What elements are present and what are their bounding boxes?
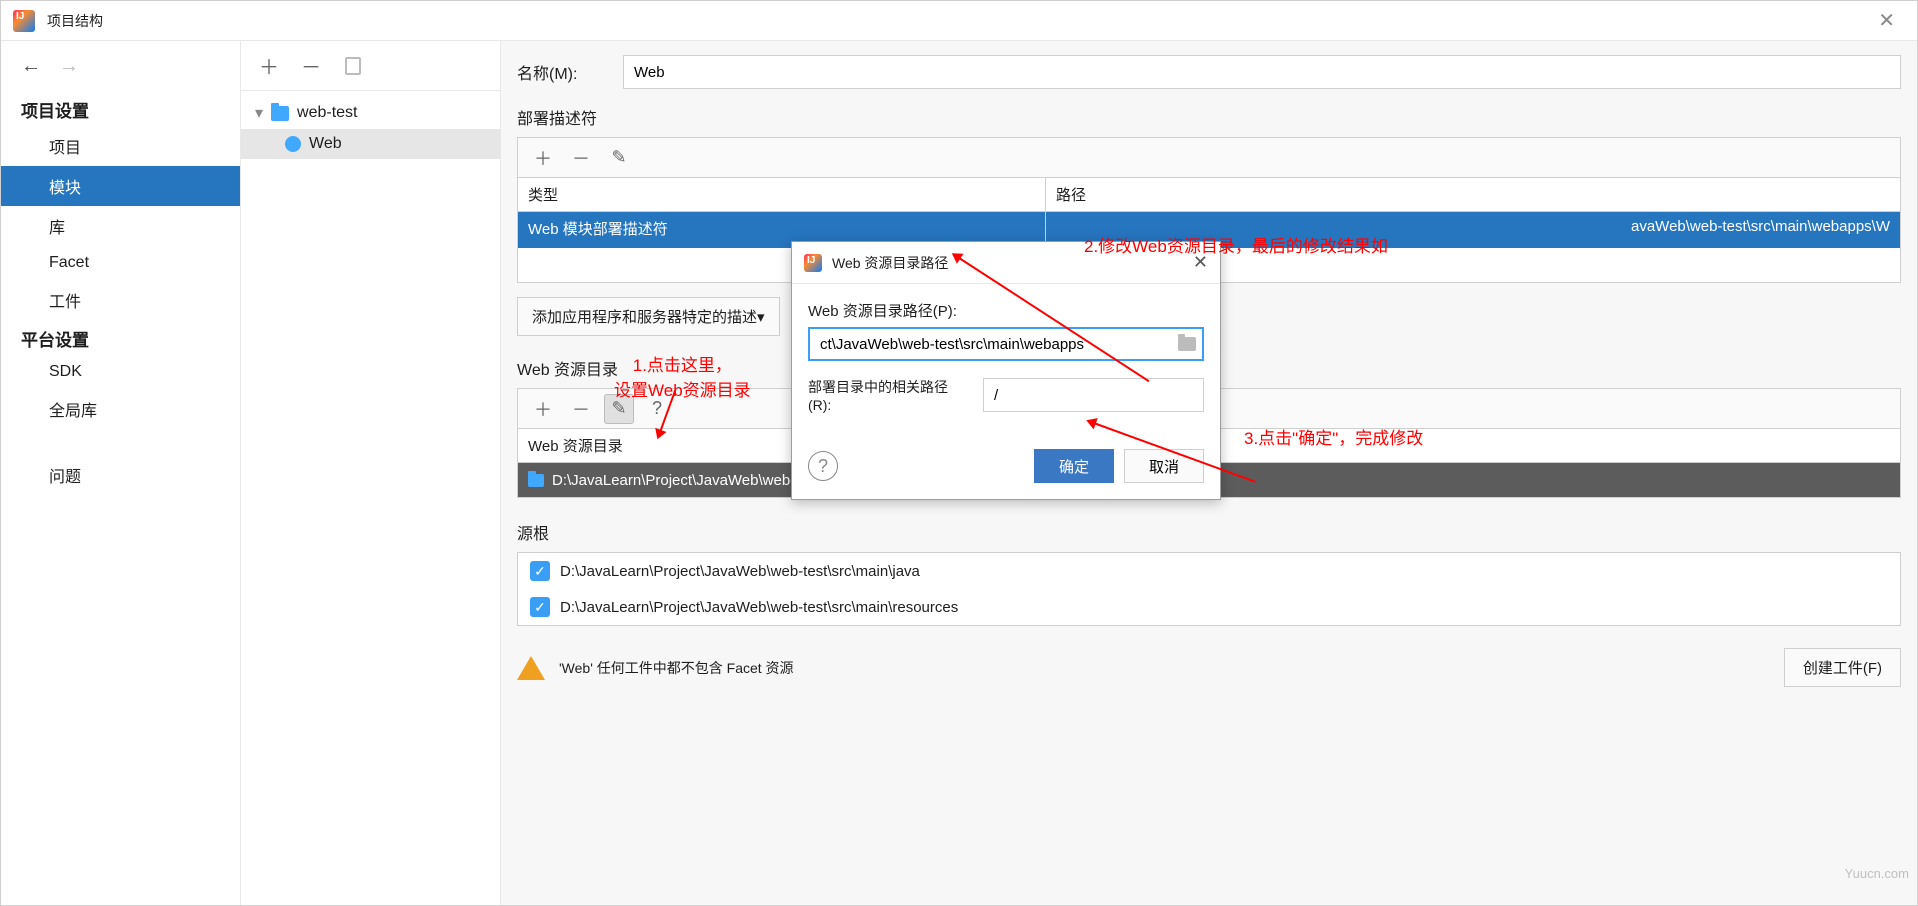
- folder-icon: [528, 474, 544, 487]
- col-header-path: 路径: [1046, 178, 1900, 211]
- source-root-item[interactable]: ✓ D:\JavaLearn\Project\JavaWeb\web-test\…: [518, 589, 1900, 625]
- dialog-title: Web 资源目录路径: [832, 253, 948, 273]
- deploy-toolbar: ＋ － ✎: [517, 137, 1901, 177]
- deploy-table-head: 类型 路径: [518, 178, 1900, 212]
- nav-item-modules[interactable]: 模块: [1, 166, 240, 206]
- tree-root-label: web-test: [297, 104, 357, 122]
- nav-item-facets[interactable]: Facet: [1, 246, 240, 280]
- main-body: ← → 项目设置 项目 模块 库 Facet 工件 平台设置 SDK 全局库 问…: [1, 41, 1917, 905]
- intellij-icon: [804, 254, 822, 272]
- nav-item-project[interactable]: 项目: [1, 126, 240, 166]
- dialog-cancel-button[interactable]: 取消: [1124, 449, 1204, 483]
- watermark: Yuucn.com: [1845, 866, 1909, 881]
- tree-add-icon[interactable]: ＋: [255, 52, 283, 80]
- nav-back-icon[interactable]: ←: [21, 55, 41, 78]
- tree-paste-icon[interactable]: [339, 52, 367, 80]
- source-root-label: 源根: [517, 520, 1901, 544]
- deploy-edit-icon[interactable]: ✎: [604, 143, 634, 173]
- dialog-path-label: Web 资源目录路径(P):: [808, 300, 1204, 321]
- nav-forward-icon[interactable]: →: [59, 55, 79, 78]
- dialog-close-icon[interactable]: ✕: [1193, 252, 1208, 273]
- checkbox-icon[interactable]: ✓: [530, 561, 550, 581]
- titlebar: 项目结构 ✕: [1, 1, 1917, 41]
- web-icon: [285, 136, 301, 152]
- content-panel: 名称(M): 部署描述符 ＋ － ✎ 类型 路径 Web 模块部署描述符 ava…: [501, 41, 1917, 905]
- source-root-item[interactable]: ✓ D:\JavaLearn\Project\JavaWeb\web-test\…: [518, 553, 1900, 589]
- web-res-remove-icon[interactable]: －: [566, 394, 596, 424]
- dialog-titlebar: Web 资源目录路径 ✕: [792, 242, 1220, 284]
- intellij-icon: [13, 10, 35, 32]
- nav-item-artifacts[interactable]: 工件: [1, 280, 240, 320]
- deploy-section-label: 部署描述符: [517, 105, 1901, 129]
- deploy-add-icon[interactable]: ＋: [528, 143, 558, 173]
- window-title: 项目结构: [47, 11, 103, 31]
- nav-history: ← →: [1, 41, 240, 91]
- tree-node-web[interactable]: Web: [241, 129, 500, 159]
- dialog-footer: ? 确定 取消: [792, 449, 1220, 499]
- deploy-remove-icon[interactable]: －: [566, 143, 596, 173]
- dialog-help-icon[interactable]: ?: [808, 451, 838, 481]
- close-icon[interactable]: ✕: [1868, 4, 1905, 37]
- dialog-ok-button[interactable]: 确定: [1034, 449, 1114, 483]
- nav-item-global-libs[interactable]: 全局库: [1, 389, 240, 429]
- nav-item-libraries[interactable]: 库: [1, 206, 240, 246]
- tree-remove-icon[interactable]: －: [297, 52, 325, 80]
- nav-header-platform: 平台设置: [1, 320, 240, 355]
- nav-panel: ← → 项目设置 项目 模块 库 Facet 工件 平台设置 SDK 全局库 问…: [1, 41, 241, 905]
- warning-row: 'Web' 任何工件中都不包含 Facet 资源 创建工件(F): [517, 648, 1901, 687]
- name-input[interactable]: [623, 55, 1901, 89]
- warning-icon: [517, 656, 545, 680]
- nav-item-problems[interactable]: 问题: [1, 455, 240, 495]
- web-resource-path-dialog: Web 资源目录路径 ✕ Web 资源目录路径(P): 部署目录中的相关路径(R…: [791, 241, 1221, 500]
- name-row: 名称(M):: [517, 55, 1901, 89]
- tree-child-label: Web: [309, 135, 342, 153]
- nav-item-sdk[interactable]: SDK: [1, 355, 240, 389]
- create-artifact-button[interactable]: 创建工件(F): [1784, 648, 1901, 687]
- folder-icon: [271, 106, 289, 121]
- source-root-box: ✓ D:\JavaLearn\Project\JavaWeb\web-test\…: [517, 552, 1901, 626]
- project-structure-window: 项目结构 ✕ ← → 项目设置 项目 模块 库 Facet 工件 平台设置 SD…: [0, 0, 1918, 906]
- dialog-rel-label: 部署目录中的相关路径(R):: [808, 377, 971, 413]
- dialog-rel-input[interactable]: [983, 378, 1204, 412]
- dialog-path-input[interactable]: [820, 336, 1178, 353]
- checkbox-icon[interactable]: ✓: [530, 597, 550, 617]
- name-label: 名称(M):: [517, 60, 607, 84]
- tree-node-root[interactable]: ▾ web-test: [241, 97, 500, 129]
- tree-toolbar: ＋ －: [241, 41, 500, 91]
- nav-header-project: 项目设置: [1, 91, 240, 126]
- dialog-rel-row: 部署目录中的相关路径(R):: [808, 377, 1204, 413]
- web-res-add-icon[interactable]: ＋: [528, 394, 558, 424]
- browse-icon[interactable]: [1178, 337, 1196, 351]
- web-res-edit-icon[interactable]: ✎: [604, 394, 634, 424]
- tree-list: ▾ web-test Web: [241, 91, 500, 159]
- dialog-path-input-wrap: [808, 327, 1204, 361]
- add-descriptor-button[interactable]: 添加应用程序和服务器特定的描述▾: [517, 297, 780, 336]
- module-tree-panel: ＋ － ▾ web-test Web: [241, 41, 501, 905]
- col-header-type: 类型: [518, 178, 1046, 211]
- dialog-body: Web 资源目录路径(P): 部署目录中的相关路径(R):: [792, 284, 1220, 449]
- warning-text: 'Web' 任何工件中都不包含 Facet 资源: [559, 658, 794, 678]
